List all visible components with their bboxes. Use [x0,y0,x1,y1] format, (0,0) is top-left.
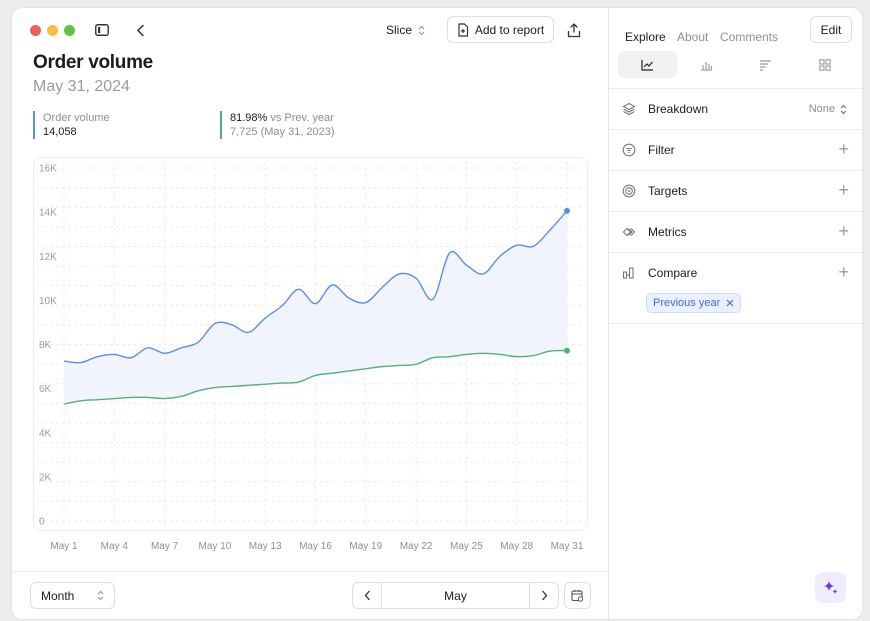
filter-label: Filter [648,143,675,157]
targets-row[interactable]: Targets + [609,170,862,211]
compare-icon [622,267,634,279]
document-add-icon [458,22,468,37]
x-tick-label: May 1 [50,541,78,552]
slice-label: Slice [386,23,413,37]
layers-icon [622,102,636,116]
tab-comments[interactable]: Comments [720,30,778,44]
x-tick-label: May 28 [500,541,533,552]
targets-label: Targets [648,184,688,198]
chevron-right-icon [541,590,547,601]
viz-tab-line[interactable] [618,51,677,78]
back-chevron-icon[interactable] [132,22,148,38]
kpi-order-volume: Order volume 14,058 [33,111,110,139]
compare-row: Compare + [609,252,862,324]
edit-button[interactable]: Edit [810,16,852,43]
ai-assist-button[interactable] [815,572,846,603]
minimize-window-button[interactable] [47,25,58,36]
breakdown-select[interactable]: None [809,103,847,115]
x-tick-label: May 19 [349,541,382,552]
page-title: Order volume [33,52,153,73]
y-tick-label: 16K [39,164,57,175]
slice-dropdown[interactable]: Slice [386,22,425,38]
app-window: Slice Add to report Order volume May 31,… [12,8,862,619]
y-tick-label: 14K [39,208,57,219]
kpi-pct: 81.98% [230,112,268,124]
kpi-comparison: 81.98% vs Prev. year 7,725 (May 31, 2023… [220,111,335,139]
kpi-detail: 7,725 (May 31, 2023) [230,126,335,138]
main-panel: Slice Add to report Order volume May 31,… [12,8,608,619]
sparkle-icon [824,581,838,594]
sidebar-toggle-icon[interactable] [94,22,110,38]
compare-label: Compare [648,266,698,280]
filter-icon [622,143,636,157]
target-icon [622,184,636,198]
x-tick-label: May 22 [400,541,433,552]
line-chart-icon [641,59,653,71]
y-tick-label: 6K [39,384,52,395]
close-icon[interactable] [726,299,734,307]
updown-chevron-icon [418,25,425,35]
metrics-row[interactable]: Metrics + [609,211,862,252]
viz-tab-bar[interactable] [677,51,736,78]
next-period-button[interactable] [529,583,558,608]
endpoint-previous [564,347,570,354]
kpi-label: Order volume [43,112,110,124]
filter-row[interactable]: Filter + [609,129,862,170]
breakdown-value: None [808,103,835,115]
granularity-select[interactable]: Month [30,582,115,609]
y-tick-label: 12K [39,252,57,263]
x-tick-label: May 25 [450,541,483,552]
add-to-report-label: Add to report [474,22,545,37]
right-sidebar: Explore About Comments Edit Breakdown No… [608,8,862,619]
calendar-icon [571,590,584,602]
sorted-list-icon [760,59,771,71]
x-tick-label: May 13 [249,541,282,552]
compare-chip-label: Previous year [653,297,721,309]
endpoint-current [564,207,570,214]
add-metric-icon[interactable]: + [838,221,849,241]
x-tick-label: May 10 [199,541,232,552]
line-chart: 0 2K 4K 6K 8K 10K 12K 14K 16K May 1 May 4 May 7 May … [38,162,585,552]
chevron-left-icon [364,590,370,601]
share-icon[interactable] [566,21,582,39]
chart-container: 0 2K 4K 6K 8K 10K 12K 14K 16K May 1 May 4 May 7 May … [33,157,588,552]
maximize-window-button[interactable] [64,25,75,36]
breakdown-label: Breakdown [648,102,709,116]
tab-about[interactable]: About [677,30,708,44]
x-tick-label: May 4 [101,541,129,552]
granularity-value: Month [41,588,75,603]
add-target-icon[interactable]: + [838,180,849,200]
add-compare-icon[interactable]: + [838,262,849,282]
period-navigator: May [352,582,559,609]
updown-chevron-icon [97,590,104,601]
y-tick-label: 10K [39,296,57,307]
tab-explore[interactable]: Explore [625,30,666,44]
period-label: May [444,588,467,603]
add-to-report-button[interactable]: Add to report [447,16,554,43]
add-filter-icon[interactable]: + [838,139,849,159]
x-tick-label: May 16 [299,541,332,552]
metrics-icon [622,227,636,237]
y-tick-label: 2K [39,472,52,483]
y-tick-label: 4K [39,428,52,439]
prev-period-button[interactable] [353,583,382,608]
viz-tab-grid[interactable] [795,51,854,78]
bar-chart-icon [701,61,713,71]
compare-chip[interactable]: Previous year [646,293,742,313]
x-tick-label: May 7 [151,541,179,552]
kpi-value: 14,058 [43,126,77,138]
x-tick-label: May 31 [551,541,584,552]
viz-tab-list[interactable] [736,51,795,78]
calendar-button[interactable] [564,582,591,609]
y-tick-label: 8K [39,340,52,351]
footer-divider [12,571,608,572]
grid-icon [818,58,831,71]
breakdown-row[interactable]: Breakdown None [609,88,862,129]
kpi-pct-suffix: vs Prev. year [267,112,334,124]
y-tick-label: 0 [39,517,45,528]
updown-chevron-icon [840,104,847,114]
close-window-button[interactable] [30,25,41,36]
metrics-label: Metrics [648,225,687,239]
page-date: May 31, 2024 [33,78,130,95]
